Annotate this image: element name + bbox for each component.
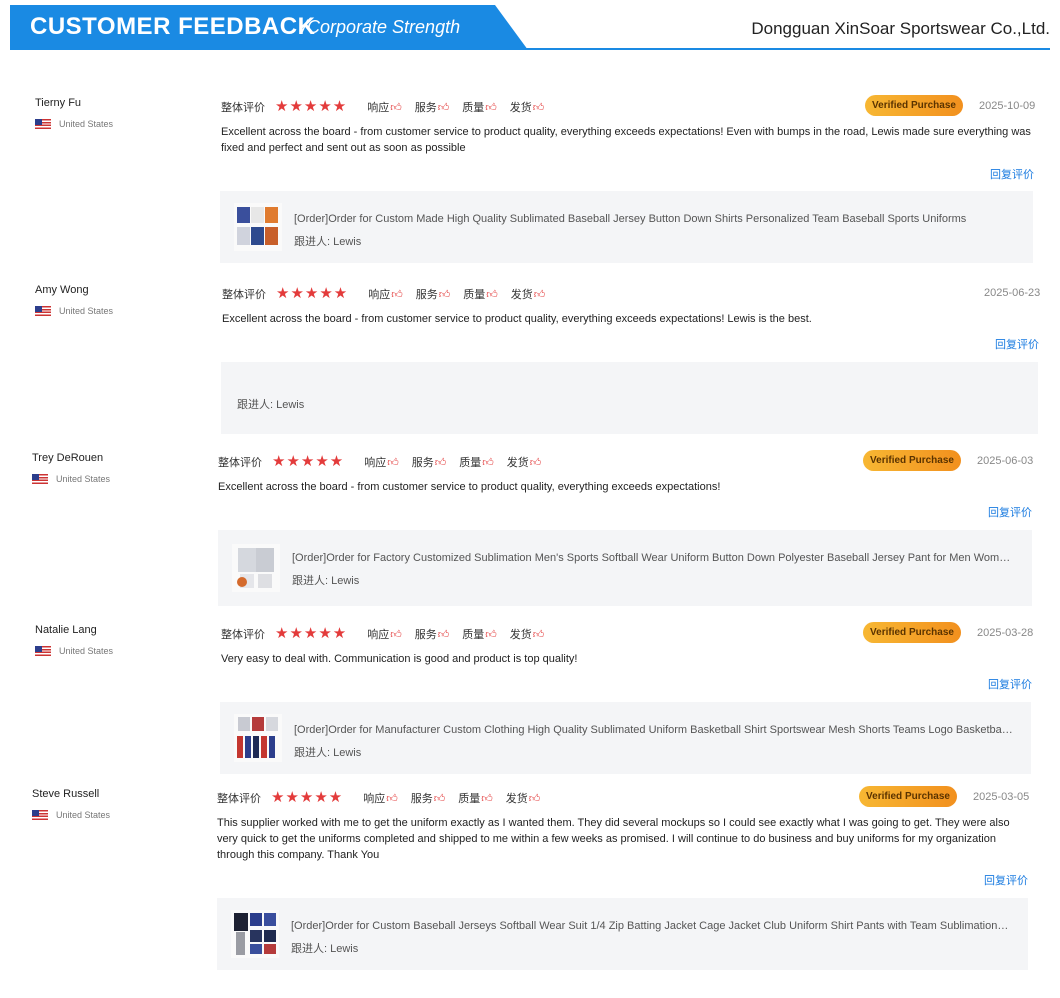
product-thumbnail (231, 910, 279, 958)
thumbs-up-icon: 👍︎ (433, 792, 446, 805)
country-label: United States (56, 810, 111, 820)
quality-label: 质量 (458, 793, 481, 805)
star-rating: ★★★★★ (271, 789, 344, 806)
response-rating: 响应 👍︎ (363, 790, 398, 806)
order-title[interactable]: [Order]Order for Custom Baseball Jerseys… (291, 920, 1011, 932)
follow-up-person: 跟进人: Lewis (291, 943, 359, 955)
shipping-label: 发货 (505, 793, 528, 805)
overall-rating-label: 整体评价 (217, 793, 261, 805)
quality-rating: 质量 👍︎ (458, 790, 493, 806)
service-label: 服务 (410, 793, 433, 805)
thumbs-up-icon: 👍︎ (386, 792, 398, 805)
rating-row: 整体评价 ★★★★★ 响应 👍︎ 服务 👍︎ 质量 👍︎ 发货 👍︎ (217, 790, 553, 806)
reply-review-link[interactable]: 回复评价 (984, 872, 1028, 888)
review-date: 2025-03-05 (973, 791, 1030, 803)
thumbs-up-icon: 👍︎ (528, 792, 541, 805)
shipping-rating: 发货 👍︎ (506, 790, 541, 806)
us-flag-icon (32, 810, 48, 820)
review-item: Steve Russell United States 整体评价 ★★★★★ 响… (0, 0, 1060, 998)
service-rating: 服务 👍︎ (411, 790, 446, 806)
thumbs-up-icon: 👍︎ (481, 792, 493, 805)
review-text: This supplier worked with me to get the … (217, 817, 1010, 861)
verified-purchase-badge: Verified Purchase (859, 786, 957, 807)
reviewer-country: United States (32, 810, 110, 820)
reviewer-name: Steve Russell (32, 788, 100, 800)
response-label: 响应 (363, 793, 386, 805)
order-card[interactable]: [Order]Order for Custom Baseball Jerseys… (217, 898, 1028, 970)
